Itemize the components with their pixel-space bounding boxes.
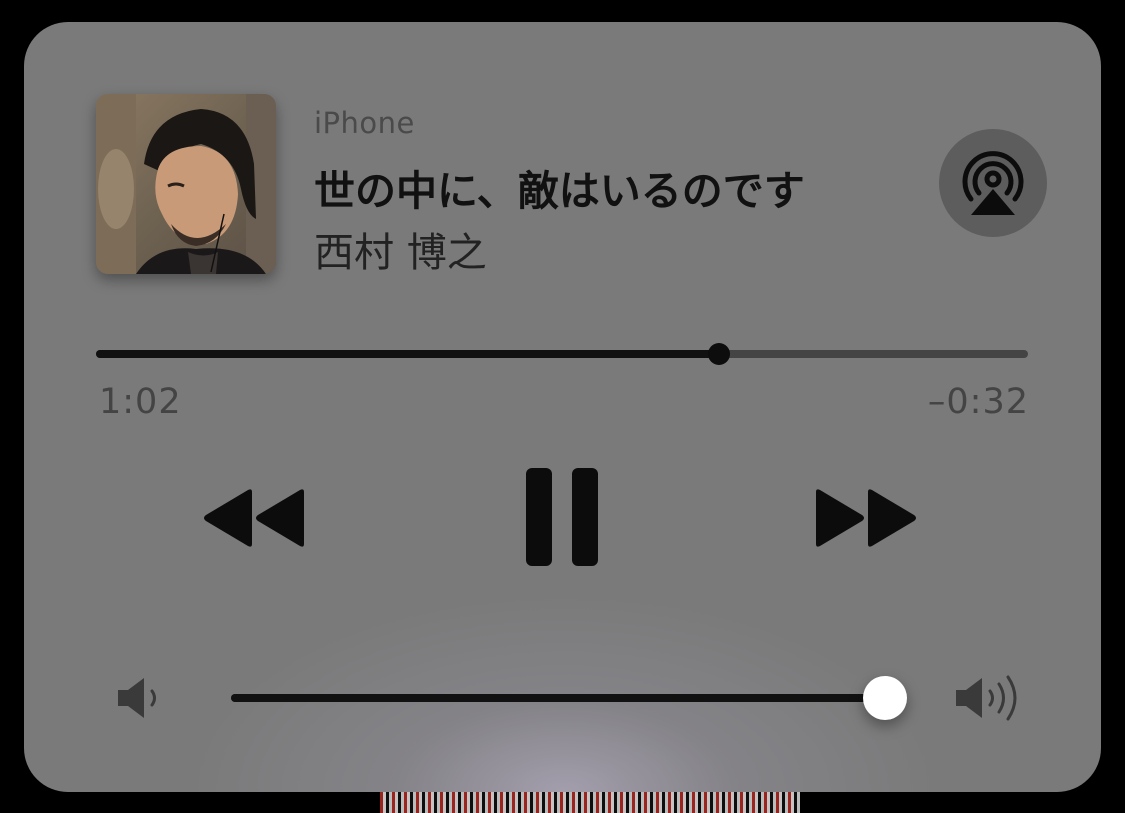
airplay-button[interactable] [939, 129, 1047, 237]
time-remaining: –0:32 [927, 382, 1029, 422]
rewind-button[interactable] [200, 480, 310, 556]
artist-name[interactable]: 西村 博之 [314, 220, 487, 278]
speaker-high-icon [952, 672, 1028, 724]
playback-source-label: iPhone [314, 106, 415, 140]
fast-forward-icon [816, 489, 916, 547]
track-title[interactable]: 世の中に、敵はいるのです [314, 157, 894, 217]
volume-knob[interactable] [863, 676, 907, 720]
playback-scrubber[interactable] [96, 343, 1028, 365]
volume-fill [231, 694, 885, 702]
volume-slider[interactable] [231, 676, 907, 720]
scrubber-elapsed-fill [96, 350, 719, 358]
artwork-image [96, 94, 276, 274]
rewind-icon [204, 489, 304, 547]
album-artwork[interactable] [96, 94, 276, 274]
pause-icon [526, 468, 598, 566]
now-playing-card: iPhone 世の中に、敵はいるのです 西村 博之 1:02 –0:32 [24, 22, 1101, 792]
airplay-icon [962, 151, 1024, 215]
time-elapsed: 1:02 [99, 382, 182, 422]
scrubber-knob[interactable] [707, 343, 730, 365]
fast-forward-button[interactable] [810, 480, 920, 556]
screen: iPhone 世の中に、敵はいるのです 西村 博之 1:02 –0:32 [0, 0, 1125, 813]
pause-button[interactable] [520, 464, 604, 570]
speaker-low-icon [114, 674, 166, 722]
